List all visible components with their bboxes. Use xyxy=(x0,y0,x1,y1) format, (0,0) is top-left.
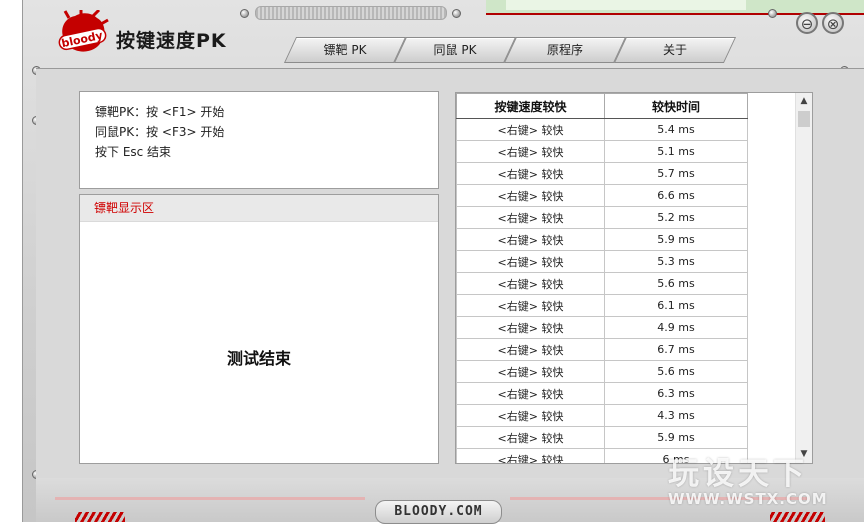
tab-target-pk[interactable]: 镖靶 PK xyxy=(283,37,407,63)
faster-time-cell: 5.6 ms xyxy=(604,272,748,295)
decor-hatch xyxy=(75,512,125,522)
decor-hatch xyxy=(770,512,825,522)
faster-key-cell: <右键> 较快 xyxy=(456,162,605,185)
faster-time-cell: 5.1 ms xyxy=(604,140,748,163)
scroll-up-arrow-icon[interactable]: ▲ xyxy=(796,93,812,110)
title-drag-grip[interactable] xyxy=(255,6,447,20)
decor-line xyxy=(55,497,365,500)
faster-time-cell: 6.6 ms xyxy=(604,184,748,207)
table-row: <右键> 较快 5.2 ms xyxy=(456,206,748,229)
faster-key-cell: <右键> 较快 xyxy=(456,426,605,449)
table-row: <右键> 较快 6.3 ms xyxy=(456,382,748,405)
site-badge[interactable]: BLOODY.COM xyxy=(375,500,502,524)
results-table: 按键速度较快 较快时间 <右键> 较快 5.4 ms <右键> 较快 5.1 ms <右… xyxy=(456,93,748,463)
tab-about[interactable]: 关于 xyxy=(613,37,737,63)
table-row: <右键> 较快 5.7 ms xyxy=(456,162,748,185)
table-row: <右键> 较快 6.7 ms xyxy=(456,338,748,361)
vertical-scrollbar[interactable]: ▲ ▼ xyxy=(795,93,812,463)
tab-label: 镖靶 PK xyxy=(323,43,367,57)
faster-time-cell: 5.2 ms xyxy=(604,206,748,229)
faster-key-cell: <右键> 较快 xyxy=(456,206,605,229)
faster-key-cell: <右键> 较快 xyxy=(456,316,605,339)
table-row: <右键> 较快 4.3 ms xyxy=(456,404,748,427)
screw-decoration xyxy=(240,9,249,18)
table-row: <右键> 较快 5.9 ms xyxy=(456,228,748,251)
faster-key-cell: <右键> 较快 xyxy=(456,404,605,427)
column-header: 按键速度较快 xyxy=(456,93,605,119)
table-row: <右键> 较快 5.6 ms xyxy=(456,360,748,383)
instructions-panel: 镖靶PK：按 <F1> 开始 同鼠PK：按 <F3> 开始 按下 Esc 结束 xyxy=(79,91,439,189)
faster-time-cell: 5.7 ms xyxy=(604,162,748,185)
tab-label: 关于 xyxy=(662,43,687,57)
faster-time-cell: 6.1 ms xyxy=(604,294,748,317)
target-display-area[interactable]: 镖靶显示区 测试结束 xyxy=(79,194,439,464)
faster-key-cell: <右键> 较快 xyxy=(456,184,605,207)
faster-time-cell: 5.4 ms xyxy=(604,118,748,141)
close-button[interactable]: ⊗ xyxy=(822,12,844,34)
faster-key-cell: <右键> 较快 xyxy=(456,294,605,317)
instruction-line: 同鼠PK：按 <F3> 开始 xyxy=(95,125,225,139)
tab-original-program[interactable]: 原程序 xyxy=(503,37,627,63)
table-row: <右键> 较快 5.9 ms xyxy=(456,426,748,449)
display-header: 镖靶显示区 xyxy=(80,195,438,222)
screw-decoration xyxy=(452,9,461,18)
faster-key-cell: <右键> 较快 xyxy=(456,118,605,141)
faster-key-cell: <右键> 较快 xyxy=(456,448,605,463)
faster-time-cell: 4.3 ms xyxy=(604,404,748,427)
faster-time-cell: 5.6 ms xyxy=(604,360,748,383)
results-table-panel: 按键速度较快 较快时间 <右键> 较快 5.4 ms <右键> 较快 5.1 ms <右… xyxy=(455,92,813,464)
tab-same-mouse-pk[interactable]: 同鼠 PK xyxy=(393,37,517,63)
faster-time-cell: 5.9 ms xyxy=(604,426,748,449)
faster-key-cell: <右键> 较快 xyxy=(456,250,605,273)
faster-time-cell: 6.7 ms xyxy=(604,338,748,361)
table-row: <右键> 较快 5.1 ms xyxy=(456,140,748,163)
watermark-url: WWW.WSTX.COM xyxy=(668,490,828,508)
faster-time-cell: 4.9 ms xyxy=(604,316,748,339)
table-row: <右键> 较快 4.9 ms xyxy=(456,316,748,339)
instruction-line: 按下 Esc 结束 xyxy=(95,145,172,159)
status-text: 测试结束 xyxy=(226,349,291,368)
app-title: 按键速度PK xyxy=(116,30,227,52)
table-row: <右键> 较快 5.6 ms xyxy=(456,272,748,295)
bloody-logo: bloody xyxy=(58,10,109,52)
minimize-button[interactable]: ⊖ xyxy=(796,12,818,34)
watermark-title: 玩设天下 xyxy=(668,456,808,492)
table-row: <右键> 较快 6.6 ms xyxy=(456,184,748,207)
faster-key-cell: <右键> 较快 xyxy=(456,360,605,383)
column-header: 较快时间 xyxy=(604,93,748,119)
faster-key-cell: <右键> 较快 xyxy=(456,382,605,405)
table-row: <右键> 较快 6.1 ms xyxy=(456,294,748,317)
instruction-line: 镖靶PK：按 <F1> 开始 xyxy=(95,105,225,119)
faster-time-cell: 6.3 ms xyxy=(604,382,748,405)
faster-key-cell: <右键> 较快 xyxy=(456,338,605,361)
tab-label: 同鼠 PK xyxy=(433,43,477,57)
faster-key-cell: <右键> 较快 xyxy=(456,228,605,251)
table-header-row: 按键速度较快 较快时间 xyxy=(456,93,748,119)
scroll-thumb[interactable] xyxy=(798,111,810,127)
faster-key-cell: <右键> 较快 xyxy=(456,140,605,163)
tab-label: 原程序 xyxy=(546,43,583,57)
table-row: <右键> 较快 5.4 ms xyxy=(456,118,748,141)
watermark: 玩设天下 WWW.WSTX.COM xyxy=(668,448,828,508)
faster-time-cell: 5.9 ms xyxy=(604,228,748,251)
faster-time-cell: 5.3 ms xyxy=(604,250,748,273)
table-row: <右键> 较快 5.3 ms xyxy=(456,250,748,273)
faster-key-cell: <右键> 较快 xyxy=(456,272,605,295)
screw-decoration xyxy=(768,9,777,18)
